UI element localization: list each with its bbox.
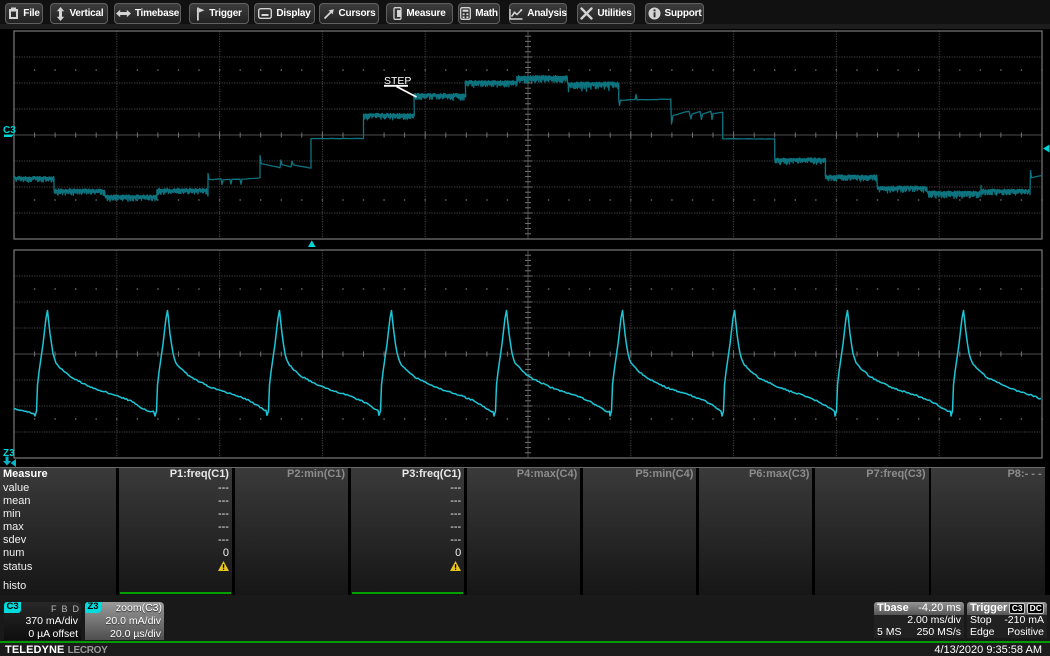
svg-text:C3: C3 <box>3 125 16 136</box>
svg-text:Z3: Z3 <box>3 448 15 459</box>
